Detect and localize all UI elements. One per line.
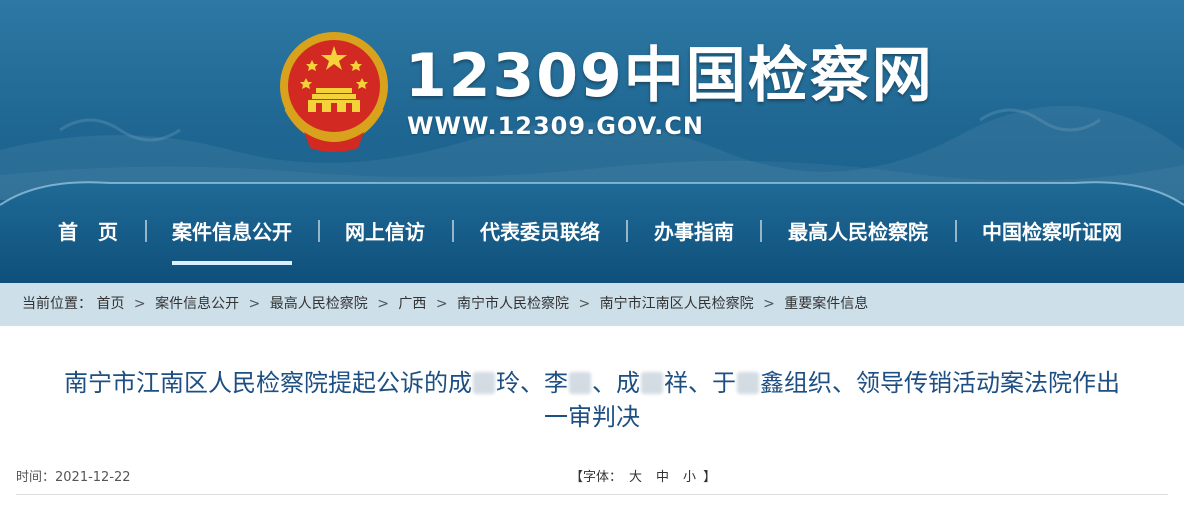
- redacted-name: [569, 372, 591, 394]
- site-banner: 12309中国检察网 WWW.12309.GOV.CN 首 页 案件信息公开 网…: [0, 0, 1184, 283]
- nav-item-case-info[interactable]: 案件信息公开: [172, 210, 292, 254]
- nav-separator: [318, 220, 320, 242]
- site-url: WWW.12309.GOV.CN: [407, 112, 704, 140]
- font-size-small-button[interactable]: 小: [683, 470, 696, 485]
- font-size-close: 】: [703, 470, 717, 485]
- title-part: 、成: [592, 369, 640, 397]
- nav-separator: [145, 220, 147, 242]
- nav-item-hearing-network[interactable]: 中国检察听证网: [982, 210, 1122, 254]
- breadcrumb-jiangnan-procuratorate[interactable]: 南宁市江南区人民检察院: [600, 296, 754, 312]
- breadcrumb-separator: >: [578, 296, 591, 312]
- nav-item-supreme-procuratorate[interactable]: 最高人民检察院: [788, 210, 928, 254]
- nav-item-home[interactable]: 首 页: [58, 210, 118, 254]
- redacted-name: [641, 372, 663, 394]
- breadcrumb-nanning-procuratorate[interactable]: 南宁市人民检察院: [457, 296, 569, 312]
- redacted-name: [473, 372, 495, 394]
- font-size-large-button[interactable]: 大: [629, 470, 642, 485]
- nav-separator: [626, 220, 628, 242]
- main-nav: 首 页 案件信息公开 网上信访 代表委员联络 办事指南 最高人民检察院 中国检察…: [0, 210, 1184, 254]
- title-part: 玲、李: [496, 369, 568, 397]
- title-part: 祥、于: [664, 369, 736, 397]
- breadcrumb-prefix: 当前位置：: [22, 296, 92, 312]
- font-size-medium-button[interactable]: 中: [656, 470, 669, 485]
- title-part: 一审判决: [544, 403, 640, 431]
- nav-separator: [452, 220, 454, 242]
- national-emblem-icon: [280, 32, 388, 152]
- breadcrumb-important-cases[interactable]: 重要案件信息: [784, 296, 868, 312]
- breadcrumb-home[interactable]: 首页: [96, 296, 124, 312]
- divider: [16, 494, 1168, 495]
- title-part: 鑫组织、领导传销活动案法院作出: [760, 369, 1120, 397]
- breadcrumb-separator: >: [248, 296, 261, 312]
- breadcrumb-separator: >: [763, 296, 775, 312]
- nav-item-deputy-liaison[interactable]: 代表委员联络: [480, 210, 600, 254]
- nav-separator: [760, 220, 762, 242]
- title-part: 南宁市江南区人民检察院提起公诉的成: [64, 369, 472, 397]
- nav-item-service-guide[interactable]: 办事指南: [654, 210, 734, 254]
- breadcrumb-separator: >: [377, 296, 389, 312]
- nav-active-indicator: [172, 261, 292, 265]
- nav-item-online-petition[interactable]: 网上信访: [345, 210, 425, 254]
- breadcrumb-guangxi[interactable]: 广西: [398, 296, 426, 312]
- breadcrumb-supreme-procuratorate[interactable]: 最高人民检察院: [270, 296, 368, 312]
- font-size-control: 【字体： 大中小】: [570, 466, 716, 485]
- site-title: 12309中国检察网: [405, 41, 934, 111]
- publish-time: 时间：2021-12-22: [16, 470, 131, 485]
- breadcrumb-separator: >: [435, 296, 448, 312]
- redacted-name: [737, 372, 759, 394]
- nav-separator: [955, 220, 957, 242]
- breadcrumb-separator: >: [133, 296, 146, 312]
- article-title: 南宁市江南区人民检察院提起公诉的成 玲、李 、成 祥、于 鑫组织、领导传销活动案法院作出…: [16, 366, 1168, 434]
- breadcrumb-case-info[interactable]: 案件信息公开: [155, 296, 239, 312]
- breadcrumb: 当前位置： 首页 > 案件信息公开 > 最高人民检察院 > 广西 > 南宁市人民…: [0, 283, 1184, 326]
- font-size-label: 【字体：: [570, 470, 623, 485]
